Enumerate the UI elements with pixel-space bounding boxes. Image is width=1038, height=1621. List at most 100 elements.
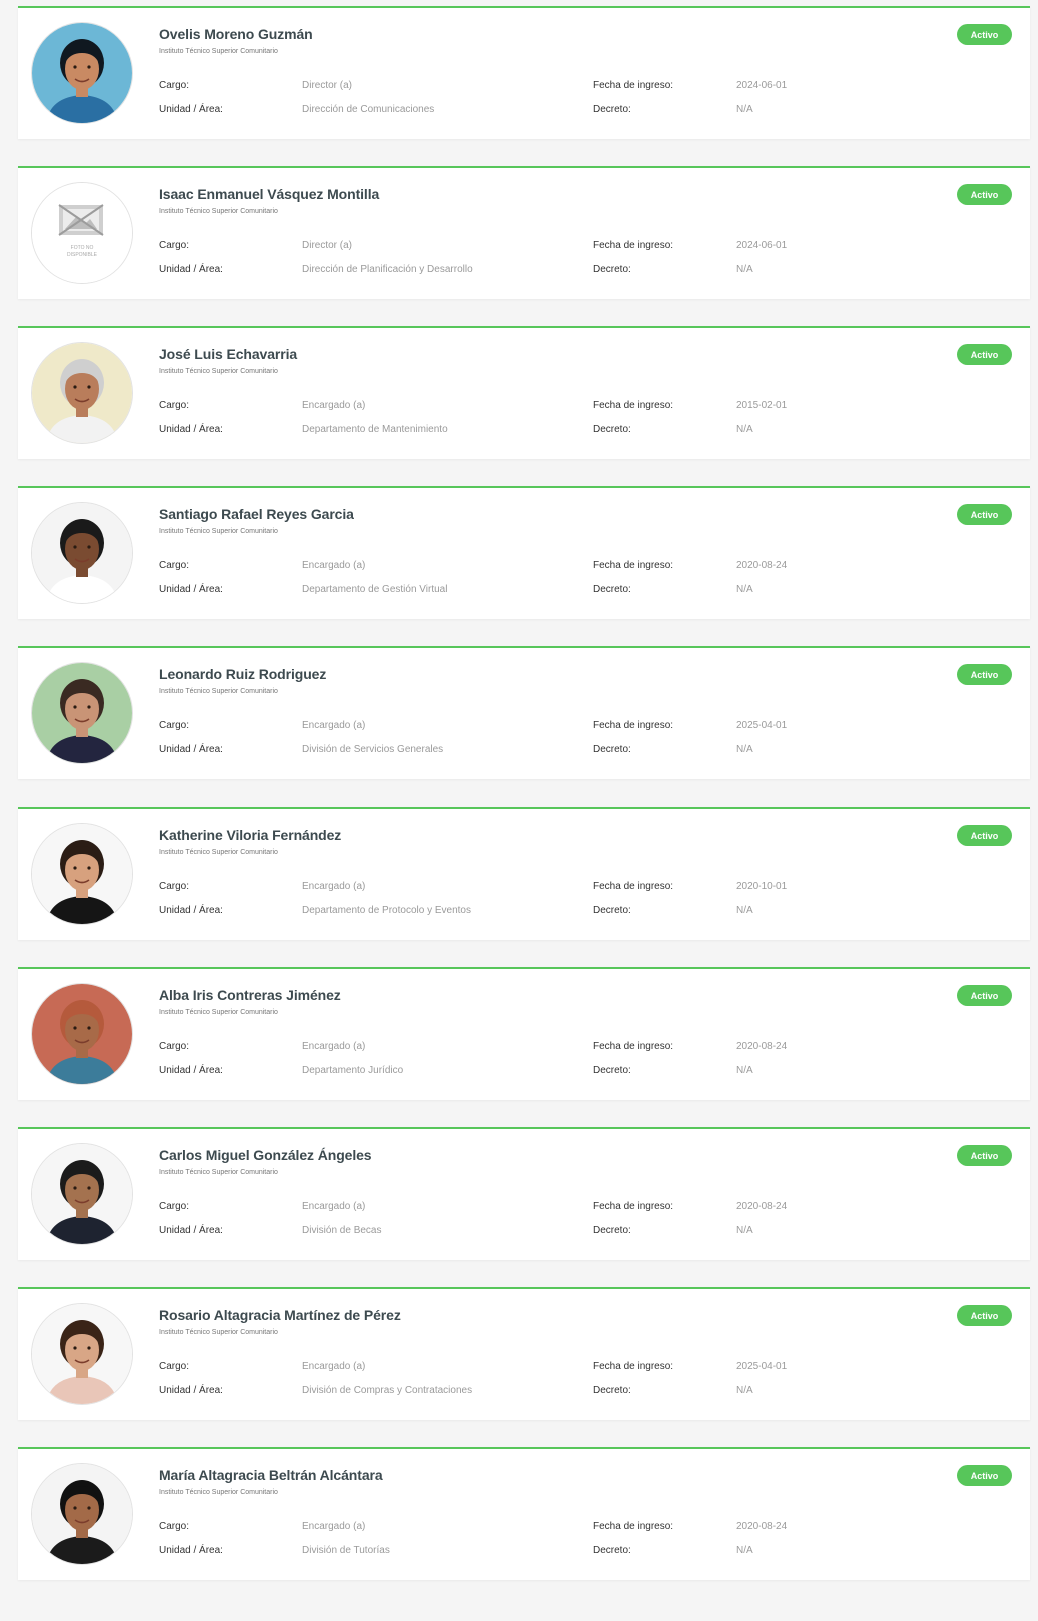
- staff-name: Rosario Altagracia Martínez de Pérez: [159, 1307, 401, 1323]
- fecha-value: 2020-08-24: [736, 1041, 788, 1052]
- fecha-value: 2015-02-01: [736, 400, 788, 411]
- cargo-value: Director (a): [302, 240, 353, 251]
- unidad-label: Unidad / Área:: [159, 1545, 223, 1556]
- fecha-value: 2024-06-01: [736, 80, 788, 91]
- staff-name: Alba Iris Contreras Jiménez: [159, 987, 341, 1003]
- unidad-label: Unidad / Área:: [159, 584, 223, 595]
- staff-institution: Instituto Técnico Superior Comunitario: [159, 1329, 278, 1336]
- staff-card: Carlos Miguel González Ángeles Instituto…: [18, 1127, 1030, 1260]
- decreto-label: Decreto:: [593, 424, 631, 435]
- fecha-value: 2025-04-01: [736, 1361, 788, 1372]
- decreto-label: Decreto:: [593, 1385, 631, 1396]
- decreto-value: N/A: [736, 264, 753, 275]
- decreto-value: N/A: [736, 1385, 753, 1396]
- fecha-value: 2025-04-01: [736, 720, 788, 731]
- unidad-value: Departamento de Protocolo y Eventos: [302, 905, 471, 916]
- staff-directory-list: Ovelis Moreno Guzmán Instituto Técnico S…: [0, 0, 1038, 1621]
- status-badge: Activo: [957, 24, 1012, 45]
- fecha-label: Fecha de ingreso:: [593, 1041, 674, 1052]
- cargo-value: Encargado (a): [302, 1361, 366, 1372]
- staff-card: Leonardo Ruiz Rodriguez Instituto Técnic…: [18, 646, 1030, 779]
- person-photo-icon: [32, 984, 132, 1084]
- staff-card: María Altagracia Beltrán Alcántara Insti…: [18, 1447, 1030, 1580]
- fecha-value: 2020-08-24: [736, 1201, 788, 1212]
- staff-avatar: [31, 22, 133, 124]
- fecha-value: 2020-08-24: [736, 560, 788, 571]
- decreto-label: Decreto:: [593, 104, 631, 115]
- fecha-value: 2020-08-24: [736, 1521, 788, 1532]
- cargo-value: Encargado (a): [302, 720, 366, 731]
- staff-name: Katherine Viloria Fernández: [159, 827, 342, 843]
- staff-name: Leonardo Ruiz Rodriguez: [159, 666, 327, 682]
- cargo-label: Cargo:: [159, 1521, 190, 1532]
- staff-avatar: [31, 1303, 133, 1405]
- no-photo-text-line1: FOTO NO: [71, 245, 94, 251]
- unidad-label: Unidad / Área:: [159, 1065, 223, 1076]
- staff-institution: Instituto Técnico Superior Comunitario: [159, 208, 278, 215]
- decreto-value: N/A: [736, 424, 753, 435]
- decreto-value: N/A: [736, 1225, 753, 1236]
- person-photo-icon: [32, 1144, 132, 1244]
- cargo-value: Encargado (a): [302, 1521, 366, 1532]
- status-badge: Activo: [957, 664, 1012, 685]
- staff-avatar: [31, 983, 133, 1085]
- decreto-value: N/A: [736, 905, 753, 916]
- staff-card: FOTO NO DISPONIBLE Isaac Enmanuel Vásquez…: [18, 166, 1030, 299]
- staff-name: Ovelis Moreno Guzmán: [159, 26, 313, 42]
- decreto-label: Decreto:: [593, 905, 631, 916]
- unidad-label: Unidad / Área:: [159, 1225, 223, 1236]
- staff-name: Santiago Rafael Reyes Garcia: [159, 506, 354, 522]
- status-badge: Activo: [957, 504, 1012, 525]
- cargo-value: Director (a): [302, 80, 353, 91]
- cargo-value: Encargado (a): [302, 1201, 366, 1212]
- cargo-label: Cargo:: [159, 80, 190, 91]
- decreto-label: Decreto:: [593, 264, 631, 275]
- cargo-value: Encargado (a): [302, 560, 366, 571]
- person-photo-icon: [32, 343, 132, 443]
- staff-avatar: [31, 502, 133, 604]
- staff-card: Alba Iris Contreras Jiménez Instituto Té…: [18, 967, 1030, 1100]
- decreto-value: N/A: [736, 1545, 753, 1556]
- person-photo-icon: [32, 1464, 132, 1564]
- cargo-value: Encargado (a): [302, 881, 366, 892]
- staff-card: Rosario Altagracia Martínez de Pérez Ins…: [18, 1287, 1030, 1420]
- staff-institution: Instituto Técnico Superior Comunitario: [159, 1009, 278, 1016]
- staff-name: José Luis Echavarria: [159, 346, 298, 362]
- fecha-label: Fecha de ingreso:: [593, 1521, 674, 1532]
- cargo-label: Cargo:: [159, 400, 190, 411]
- unidad-value: Departamento de Gestión Virtual: [302, 584, 448, 595]
- unidad-value: Dirección de Comunicaciones: [302, 104, 435, 115]
- status-badge: Activo: [957, 825, 1012, 846]
- unidad-label: Unidad / Área:: [159, 744, 223, 755]
- decreto-value: N/A: [736, 104, 753, 115]
- staff-avatar: FOTO NO DISPONIBLE: [31, 182, 133, 284]
- fecha-value: 2024-06-01: [736, 240, 788, 251]
- fecha-label: Fecha de ingreso:: [593, 240, 674, 251]
- decreto-label: Decreto:: [593, 744, 631, 755]
- cargo-value: Encargado (a): [302, 400, 366, 411]
- fecha-label: Fecha de ingreso:: [593, 560, 674, 571]
- staff-institution: Instituto Técnico Superior Comunitario: [159, 528, 278, 535]
- unidad-value: Departamento Jurídico: [302, 1065, 404, 1076]
- status-badge: Activo: [957, 184, 1012, 205]
- decreto-value: N/A: [736, 584, 753, 595]
- status-badge: Activo: [957, 1465, 1012, 1486]
- status-badge: Activo: [957, 1145, 1012, 1166]
- staff-avatar: [31, 1463, 133, 1565]
- staff-avatar: [31, 342, 133, 444]
- no-photo-icon: FOTO NODISPONIBLE: [32, 183, 132, 283]
- fecha-label: Fecha de ingreso:: [593, 400, 674, 411]
- unidad-label: Unidad / Área:: [159, 1385, 223, 1396]
- staff-institution: Instituto Técnico Superior Comunitario: [159, 48, 278, 55]
- cargo-label: Cargo:: [159, 1041, 190, 1052]
- staff-institution: Instituto Técnico Superior Comunitario: [159, 688, 278, 695]
- status-badge: Activo: [957, 344, 1012, 365]
- staff-institution: Instituto Técnico Superior Comunitario: [159, 1169, 278, 1176]
- staff-name: Isaac Enmanuel Vásquez Montilla: [159, 186, 380, 202]
- no-photo-text-line2: DISPONIBLE: [67, 252, 98, 258]
- person-photo-icon: [32, 503, 132, 603]
- staff-name: Carlos Miguel González Ángeles: [159, 1147, 372, 1163]
- unidad-label: Unidad / Área:: [159, 905, 223, 916]
- staff-institution: Instituto Técnico Superior Comunitario: [159, 368, 278, 375]
- fecha-label: Fecha de ingreso:: [593, 881, 674, 892]
